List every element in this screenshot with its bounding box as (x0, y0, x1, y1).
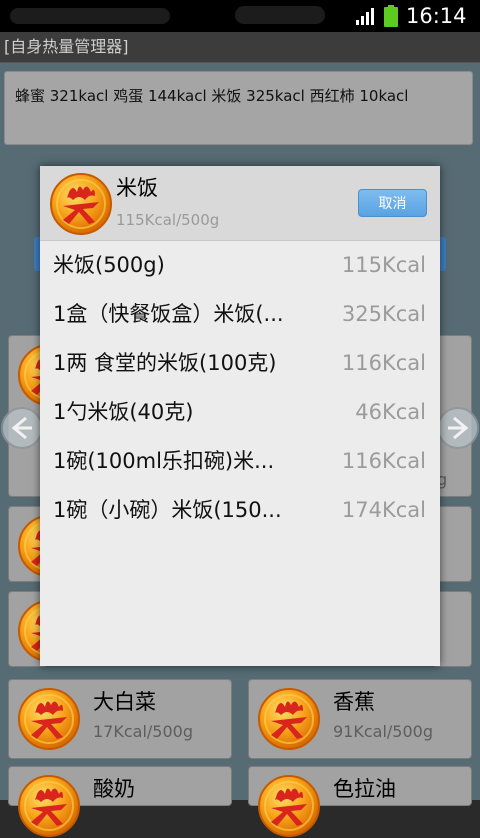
portion-kcal: 174Kcal (341, 498, 426, 522)
food-detail-dialog: 米饭 115Kcal/500g 取消 米饭(500g) 115Kcal 1盒（快… (40, 166, 440, 666)
food-name: 大白菜 (93, 690, 156, 714)
list-item[interactable]: 1碗（小碗）米饭(150... 174Kcal (40, 486, 440, 535)
signal-icon (356, 8, 374, 25)
title-bar: [自身热量管理器] (0, 32, 480, 63)
food-tile-salad-oil[interactable]: 色拉油 (248, 766, 472, 806)
portion-kcal: 325Kcal (341, 302, 426, 326)
battery-icon (384, 5, 398, 27)
dialog-header: 米饭 115Kcal/500g 取消 (40, 166, 440, 241)
fire-logo-icon (17, 687, 81, 751)
blurred-notification (10, 8, 170, 24)
portion-kcal: 46Kcal (355, 400, 426, 424)
food-kcal: 17Kcal/500g (93, 722, 193, 741)
arrow-right-icon[interactable] (436, 406, 480, 450)
portion-list: 米饭(500g) 115Kcal 1盒（快餐饭盒）米饭(... 325Kcal … (40, 241, 440, 535)
portion-name: 1勺米饭(40克) (53, 400, 194, 424)
fire-logo-icon (49, 172, 113, 236)
fire-logo-icon (17, 774, 81, 838)
portion-name: 1两 食堂的米饭(100克) (53, 351, 277, 375)
portion-name: 1碗（小碗）米饭(150... (53, 498, 282, 522)
list-item[interactable]: 1两 食堂的米饭(100克) 116Kcal (40, 339, 440, 388)
portion-name: 1盒（快餐饭盒）米饭(... (53, 302, 284, 326)
portion-kcal: 116Kcal (341, 351, 426, 375)
portion-kcal: 115Kcal (341, 253, 426, 277)
dialog-title: 米饭 (116, 176, 158, 200)
cancel-button[interactable]: 取消 (358, 189, 427, 217)
fire-logo-icon (257, 687, 321, 751)
clock: 16:14 (406, 4, 467, 28)
food-tile-yogurt[interactable]: 酸奶 (8, 766, 232, 806)
fire-logo-icon (257, 774, 321, 838)
food-kcal: 91Kcal/500g (333, 722, 433, 741)
food-name: 酸奶 (93, 777, 135, 801)
food-tile-cabbage[interactable]: 大白菜 17Kcal/500g (8, 679, 232, 759)
blurred-notification (235, 6, 325, 24)
app-title: [自身热量管理器] (4, 37, 129, 56)
list-item[interactable]: 1勺米饭(40克) 46Kcal (40, 388, 440, 437)
food-name: 色拉油 (333, 777, 396, 801)
intake-summary: 蜂蜜 321kacl 鸡蛋 144kacl 米饭 325kacl 西红柿 10k… (4, 71, 473, 145)
portion-name: 1碗(100ml乐扣碗)米... (53, 449, 275, 473)
food-tile-banana[interactable]: 香蕉 91Kcal/500g (248, 679, 472, 759)
arrow-left-icon[interactable] (0, 406, 44, 450)
list-item[interactable]: 米饭(500g) 115Kcal (40, 241, 440, 290)
food-name: 香蕉 (333, 690, 375, 714)
list-item[interactable]: 1碗(100ml乐扣碗)米... 116Kcal (40, 437, 440, 486)
summary-text: 蜂蜜 321kacl 鸡蛋 144kacl 米饭 325kacl 西红柿 10k… (15, 87, 409, 105)
portion-kcal: 116Kcal (341, 449, 426, 473)
list-item[interactable]: 1盒（快餐饭盒）米饭(... 325Kcal (40, 290, 440, 339)
status-bar: 16:14 (0, 0, 480, 32)
dialog-subtitle: 115Kcal/500g (116, 211, 220, 229)
portion-name: 米饭(500g) (53, 253, 165, 277)
